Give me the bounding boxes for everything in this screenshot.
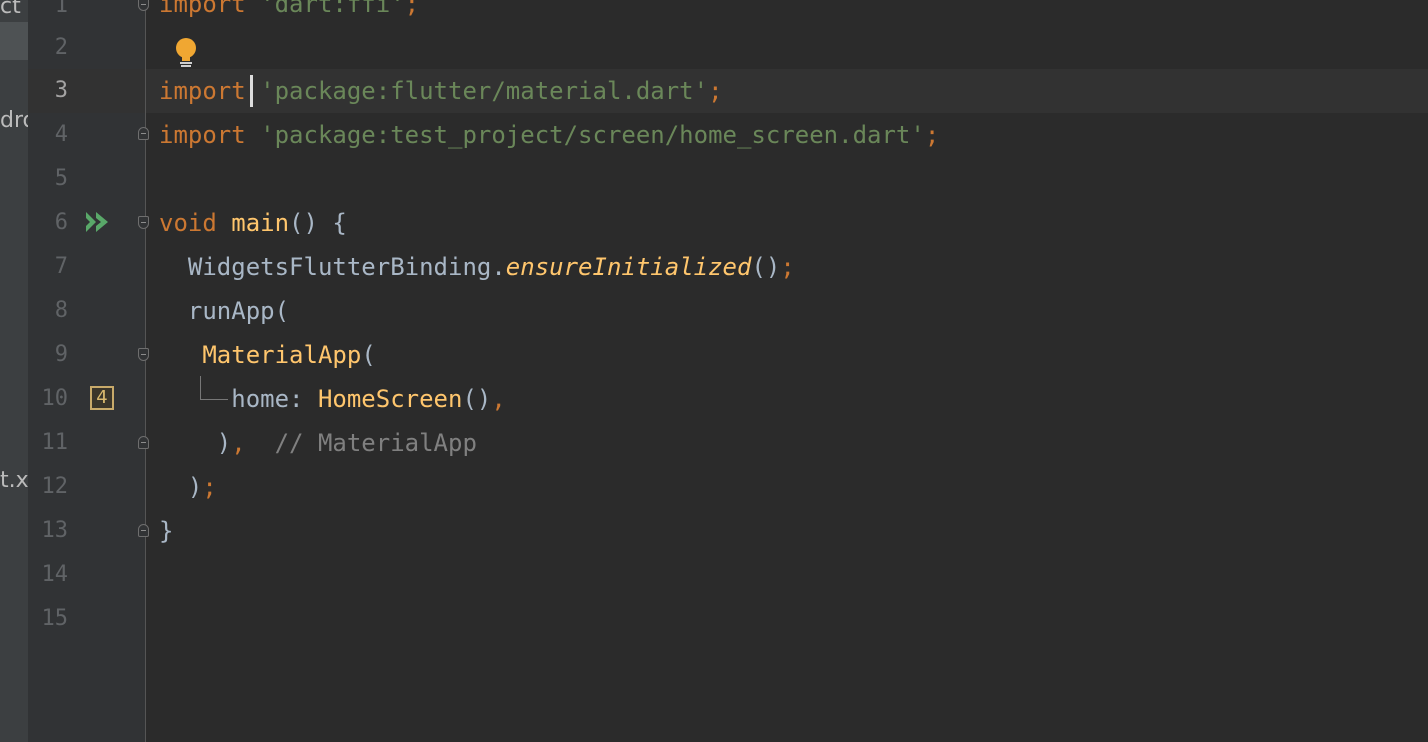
fold-marker-icon[interactable] [138,524,149,537]
project-file-fragment[interactable]: t.x [0,468,28,494]
line-number: 2 [54,35,68,60]
string-literal: 'dart:ffi' [260,0,405,18]
line-number: 7 [54,254,68,279]
line-number: 1 [54,0,68,18]
comma: , [231,429,246,457]
line-number: 9 [54,342,68,367]
line-number: 14 [41,562,69,587]
fold-marker-icon[interactable] [138,127,149,140]
punctuation: () [751,253,781,281]
project-panel-edge: ct dro t.x [0,0,28,742]
keyword: import [159,121,246,149]
punctuation: } [159,517,174,545]
function-name: main [231,209,290,237]
string-literal: 'package:test_project/screen/home_screen… [260,121,925,149]
method-name: ensureInitialized [505,253,752,281]
semicolon: ; [708,77,723,105]
project-item-fragment[interactable]: dro [0,108,28,134]
code-line-4[interactable]: import 'package:test_project/screen/home… [159,113,939,157]
code-line-6[interactable]: void main() { [159,201,347,245]
keyword: void [159,209,217,237]
semicolon: ; [780,253,795,281]
code-line-10[interactable]: home: HomeScreen(), [159,377,506,421]
closing-label-comment: // MaterialApp [274,429,477,457]
code-line-9[interactable]: MaterialApp( [159,333,376,377]
class-name: HomeScreen [317,385,463,413]
code-line-3[interactable]: import 'package:flutter/material.dart'; [159,69,723,113]
code-line-12[interactable]: ); [159,465,217,509]
punctuation: () { [289,209,347,237]
line-number-current: 3 [54,78,68,103]
function-call: runApp( [187,297,290,325]
keyword: import [159,0,246,18]
code-line-11[interactable]: ), // MaterialApp [159,421,477,465]
line-number: 12 [41,474,69,499]
semicolon: ; [404,0,420,18]
code-line-13[interactable]: } [159,509,173,553]
code-line-7[interactable]: WidgetsFlutterBinding.ensureInitialized(… [159,245,795,289]
fold-marker-icon[interactable] [138,0,149,11]
run-icon[interactable] [84,209,112,235]
fold-marker-icon[interactable] [138,436,149,449]
comma: , [491,385,506,413]
keyword: import [159,77,246,105]
line-number: 8 [54,298,68,323]
punctuation: ( [361,341,376,369]
text-cursor [250,75,253,107]
widget-count-badge[interactable]: 4 [90,386,114,410]
semicolon: ; [202,473,217,501]
line-number: 10 [41,386,69,411]
project-selected-item[interactable] [0,22,28,60]
code-line-8[interactable]: runApp( [159,289,289,333]
class-name: MaterialApp [202,341,362,369]
string-literal: 'package:flutter/material.dart' [260,77,709,105]
semicolon: ; [924,121,940,149]
line-number: 5 [54,166,68,191]
punctuation: ) [216,429,232,457]
fold-marker-icon[interactable] [138,216,149,229]
line-number: 4 [54,122,68,147]
punctuation: ) [187,473,203,501]
class-name: WidgetsFlutterBinding. [187,253,506,281]
line-number: 6 [54,210,68,235]
punctuation: () [462,385,492,413]
fold-marker-icon[interactable] [138,348,149,361]
line-number: 15 [41,606,69,631]
line-number: 13 [41,518,69,543]
project-label-fragment[interactable]: ct [0,0,21,20]
lightbulb-icon[interactable] [174,37,198,69]
code-line-1[interactable]: import 'dart:ffi'; [159,0,419,26]
line-number: 11 [41,430,69,455]
gutter-separator [145,0,146,742]
named-parameter: home: [231,385,318,413]
